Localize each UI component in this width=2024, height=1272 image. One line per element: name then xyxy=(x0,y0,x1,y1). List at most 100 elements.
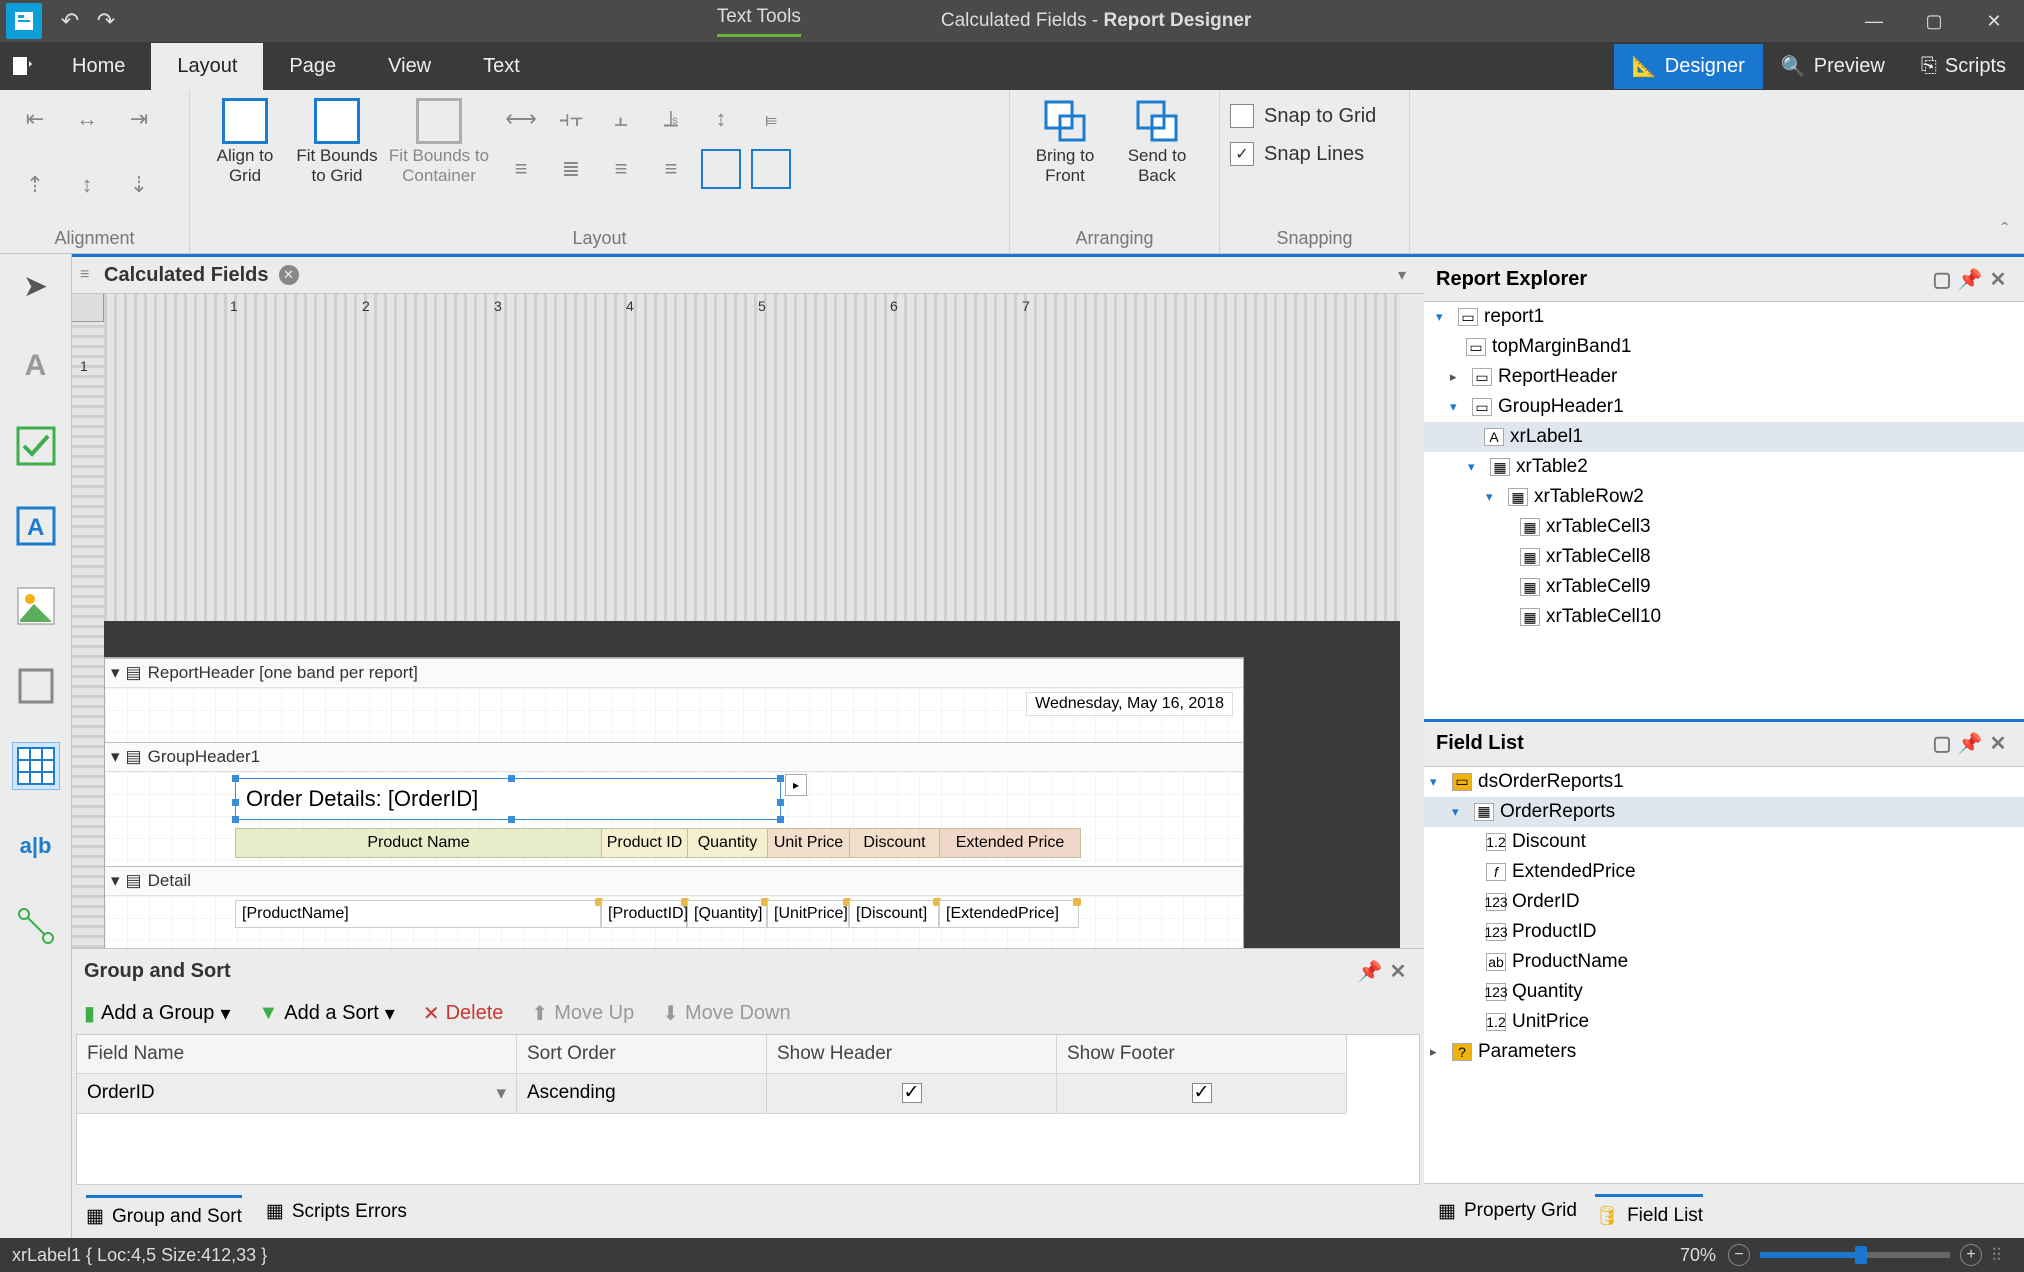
tab-home[interactable]: Home xyxy=(46,43,151,90)
panel-title: Group and Sort xyxy=(84,960,231,983)
mode-designer[interactable]: 📐Designer xyxy=(1614,44,1763,89)
close-tab-button[interactable]: ✕ xyxy=(279,265,299,285)
db-icon: 🛢 xyxy=(1595,1204,1619,1228)
tab-group-and-sort[interactable]: ▦Group and Sort xyxy=(86,1195,242,1228)
field-list-title: Field List ▢ 📌 ✕ xyxy=(1424,719,2024,767)
line-tool[interactable] xyxy=(12,902,60,950)
app-icon xyxy=(6,3,42,39)
tab-view[interactable]: View xyxy=(362,43,457,90)
zoom-in-button[interactable]: + xyxy=(1960,1244,1982,1266)
pointer-tool[interactable]: ➤ xyxy=(12,262,60,310)
tab-layout[interactable]: Layout xyxy=(151,43,263,90)
quick-menu-button[interactable] xyxy=(0,42,46,90)
size-width-icon[interactable]: ⟷ xyxy=(496,94,546,144)
pin-icon[interactable]: 📌 xyxy=(1956,265,1984,293)
maximize-button[interactable]: ▢ xyxy=(1904,0,1964,42)
toolbox: ➤ A A a|b xyxy=(0,254,72,1238)
remove-hspace-icon[interactable]: ⫢ xyxy=(746,94,796,144)
tab-page[interactable]: Page xyxy=(263,43,362,90)
show-header-checkbox[interactable]: ✓ xyxy=(902,1083,922,1103)
checkbox-tool[interactable] xyxy=(12,422,60,470)
date-label[interactable]: Wednesday, May 16, 2018 xyxy=(1026,692,1233,716)
mode-scripts[interactable]: ⎘Scripts xyxy=(1903,45,2024,88)
fit-bounds-to-container-button[interactable]: Fit Bounds to Container xyxy=(384,94,494,185)
table-header-row[interactable]: Product Name Product ID Quantity Unit Pr… xyxy=(235,828,1081,858)
delete-button[interactable]: ✕Delete xyxy=(423,1001,504,1026)
window-icon[interactable]: ▢ xyxy=(1928,730,1956,758)
canvas[interactable]: ▾▤ReportHeader [one band per report] Wed… xyxy=(104,621,1400,948)
detail-table-row[interactable]: [ProductName] [ProductID] [Quantity] [Un… xyxy=(235,900,1079,928)
report-header-band[interactable]: ▾▤ReportHeader [one band per report] Wed… xyxy=(105,658,1243,742)
detail-band[interactable]: ▾▤Detail [ProductName] [ProductID] [Quan… xyxy=(105,866,1243,948)
richtext-tool[interactable]: A xyxy=(12,502,60,550)
send-to-back-button[interactable]: Send to Back xyxy=(1112,94,1202,185)
tab-text[interactable]: Text xyxy=(457,43,546,90)
collapse-ribbon-icon[interactable]: ˆ xyxy=(2001,220,2008,243)
center-h-icon[interactable] xyxy=(701,149,741,189)
align-left-icon[interactable]: ⇤ xyxy=(10,94,60,144)
snap-to-grid-checkbox[interactable]: Snap to Grid xyxy=(1230,104,1376,128)
align-center-h-icon[interactable]: ↔ xyxy=(62,94,112,144)
move-up-button[interactable]: ⬆Move Up xyxy=(531,1001,634,1026)
tree-selected-orderreports[interactable]: ▾▦OrderReports xyxy=(1424,797,2024,827)
pin-icon[interactable]: 📌 xyxy=(1356,957,1384,985)
magnifier-icon: 🔍 xyxy=(1781,54,1806,79)
size-height-icon[interactable]: ↕ xyxy=(696,94,746,144)
redo-button[interactable]: ↷ xyxy=(88,3,124,39)
pin-icon[interactable]: 📌 xyxy=(1956,730,1984,758)
field-list-tree[interactable]: ▾▭dsOrderReports1 ▾▦OrderReports 1.2Disc… xyxy=(1424,767,2024,1184)
mode-preview[interactable]: 🔍Preview xyxy=(1763,44,1903,89)
picture-tool[interactable] xyxy=(12,582,60,630)
move-down-button[interactable]: ⬇Move Down xyxy=(662,1001,790,1026)
close-icon[interactable]: ✕ xyxy=(1984,265,2012,293)
remove-vspace-icon[interactable]: ≡ xyxy=(646,144,696,194)
align-right-icon[interactable]: ⇥ xyxy=(114,94,164,144)
vspace-equal-icon[interactable]: ≡ xyxy=(496,144,546,194)
bring-to-front-button[interactable]: Bring to Front xyxy=(1020,94,1110,185)
close-icon[interactable]: ✕ xyxy=(1984,730,2012,758)
fit-bounds-to-grid-button[interactable]: Fit Bounds to Grid xyxy=(292,94,382,185)
label-tool[interactable]: A xyxy=(12,342,60,390)
zoom-out-button[interactable]: − xyxy=(1728,1244,1750,1266)
close-button[interactable]: ✕ xyxy=(1964,0,2024,42)
zoom-slider[interactable] xyxy=(1760,1252,1950,1258)
group-header-band[interactable]: ▾▤GroupHeader1 ▸ Order Details: [OrderID… xyxy=(105,742,1243,866)
tab-property-grid[interactable]: ▦Property Grid xyxy=(1438,1194,1577,1228)
vertical-scrollbar[interactable] xyxy=(1400,294,1424,948)
ruler-corner xyxy=(72,294,104,322)
align-top-icon[interactable]: ⇡ xyxy=(10,160,60,210)
hspace-equal-icon[interactable]: ⫞⫟ xyxy=(546,94,596,144)
report-explorer-tree[interactable]: ▾▭report1 ▭topMarginBand1 ▸▭ReportHeader… xyxy=(1424,302,2024,719)
character-comb-tool[interactable]: a|b xyxy=(12,822,60,870)
vspace-dec-icon[interactable]: ≡ xyxy=(596,144,646,194)
document-tab[interactable]: Calculated Fields xyxy=(104,264,279,287)
tab-field-list[interactable]: 🛢Field List xyxy=(1595,1194,1703,1228)
group-layout-label: Layout xyxy=(200,224,999,251)
snap-lines-checkbox[interactable]: ✓Snap Lines xyxy=(1230,142,1364,166)
tree-selected-xrlabel1[interactable]: AxrLabel1 xyxy=(1424,422,2024,452)
table-tool[interactable] xyxy=(12,742,60,790)
align-bottom-icon[interactable]: ⇣ xyxy=(114,160,164,210)
add-sort-button[interactable]: ▼Add a Sort▾ xyxy=(258,1001,394,1026)
align-to-grid-button[interactable]: Align to Grid xyxy=(200,94,290,185)
resize-grip-icon[interactable]: ⫶⫶ xyxy=(1992,1245,2012,1266)
table-row[interactable]: OrderID▾ Ascending ✓ ✓ xyxy=(77,1074,1419,1114)
vspace-inc-icon[interactable]: ≣ xyxy=(546,144,596,194)
add-group-button[interactable]: ▮Add a Group▾ xyxy=(84,1001,230,1026)
show-footer-checkbox[interactable]: ✓ xyxy=(1192,1083,1212,1103)
hspace-inc-icon[interactable]: ⫠ xyxy=(596,94,646,144)
menu-icon[interactable]: ≡ xyxy=(80,266,104,284)
hspace-dec-icon[interactable]: ⫡ xyxy=(646,94,696,144)
tab-scripts-errors[interactable]: ▦Scripts Errors xyxy=(266,1195,407,1228)
window-icon[interactable]: ▢ xyxy=(1928,265,1956,293)
xrlabel1-selected[interactable]: Order Details: [OrderID] xyxy=(235,778,781,820)
main: ➤ A A a|b ≡ Calculated Fields ✕ ▾ 1 xyxy=(0,254,2024,1238)
smart-tag-button[interactable]: ▸ xyxy=(785,774,807,796)
minimize-button[interactable]: — xyxy=(1844,0,1904,42)
align-center-v-icon[interactable]: ↕ xyxy=(62,160,112,210)
close-icon[interactable]: ✕ xyxy=(1384,957,1412,985)
center-v-icon[interactable] xyxy=(751,149,791,189)
tab-dropdown-icon[interactable]: ▾ xyxy=(1388,261,1416,289)
panel-tool[interactable] xyxy=(12,662,60,710)
undo-button[interactable]: ↶ xyxy=(52,3,88,39)
